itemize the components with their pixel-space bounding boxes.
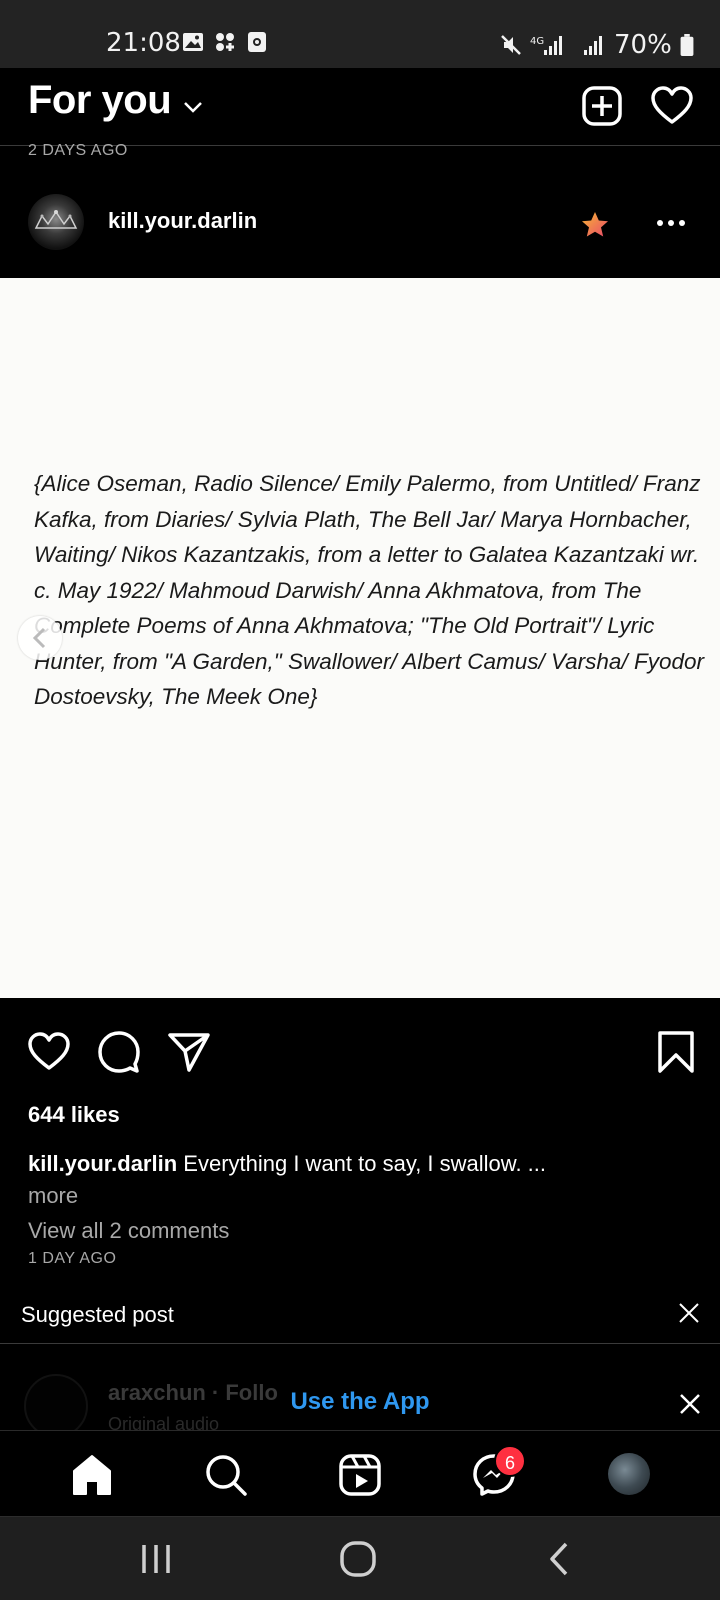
status-bar: 21:08 4G 70% [0, 0, 720, 68]
crown-icon [34, 210, 78, 229]
heart-icon[interactable] [650, 84, 694, 128]
home-circle-icon[interactable] [336, 1537, 380, 1581]
post-time: 1 DAY AGO [28, 1250, 117, 1267]
suggested-label: Suggested post [21, 1302, 174, 1327]
battery-icon [680, 34, 694, 56]
svg-text:4G: 4G [530, 36, 544, 47]
chevron-left-icon [32, 627, 46, 649]
screenshot-icon [248, 32, 266, 52]
post-username[interactable]: kill.your.darlin [108, 208, 257, 234]
suggested-audio: Original audio [108, 1414, 220, 1430]
bookmark-icon[interactable] [654, 1030, 698, 1074]
signal-icon [584, 36, 602, 55]
caption-text: Everything I want to say, I swallow. ... [183, 1151, 547, 1176]
signal-icon: 4G [530, 36, 562, 55]
apps-icon [216, 33, 234, 51]
suggested-post-header: Suggested post [0, 1288, 720, 1344]
post-header: kill.your.darlin [0, 180, 720, 278]
view-comments-link[interactable]: View all 2 comments [28, 1218, 229, 1244]
avatar[interactable] [28, 194, 84, 250]
back-icon[interactable] [538, 1537, 582, 1581]
post-image-text: {Alice Oseman, Radio Silence/ Emily Pale… [34, 471, 704, 709]
post-time-previous: 2 DAYS AGO [28, 142, 128, 159]
add-post-icon[interactable] [580, 84, 624, 128]
suggested-post-preview: araxchun · Follo Original audio Use the … [0, 1346, 720, 1430]
bottom-navigation: 6 [0, 1430, 720, 1516]
post-image[interactable]: {Alice Oseman, Radio Silence/ Emily Pale… [0, 278, 720, 998]
like-icon[interactable] [27, 1030, 71, 1074]
chevron-down-icon[interactable] [182, 96, 204, 118]
feed-header: For you [0, 68, 720, 146]
use-the-app-link[interactable]: Use the App [0, 1388, 720, 1416]
star-icon[interactable] [580, 210, 610, 240]
gallery-icon [183, 33, 203, 51]
notification-icons [182, 31, 268, 53]
battery-percent: 70% [614, 30, 672, 60]
search-icon[interactable] [204, 1453, 248, 1497]
close-icon[interactable] [678, 1302, 700, 1324]
post-caption[interactable]: kill.your.darlin Everything I want to sa… [28, 1148, 668, 1212]
reels-icon[interactable] [338, 1453, 382, 1497]
profile-avatar[interactable] [608, 1453, 650, 1495]
recents-icon[interactable] [134, 1537, 178, 1581]
messages-badge: 6 [494, 1445, 526, 1477]
more-icon[interactable] [656, 218, 686, 228]
comment-icon[interactable] [97, 1030, 141, 1074]
caption-more-link[interactable]: more [28, 1183, 78, 1208]
system-status-icons: 4G 70% [500, 30, 694, 60]
likes-count[interactable]: 644 likes [28, 1102, 120, 1128]
feed-title[interactable]: For you [28, 78, 172, 123]
share-icon[interactable] [167, 1030, 211, 1074]
mute-icon [501, 35, 521, 55]
home-icon[interactable] [70, 1453, 114, 1497]
caption-username[interactable]: kill.your.darlin [28, 1151, 177, 1176]
status-time: 21:08 [106, 28, 181, 58]
carousel-prev-button[interactable] [18, 616, 62, 660]
system-navigation-bar [0, 1516, 720, 1600]
close-icon[interactable] [678, 1392, 702, 1416]
